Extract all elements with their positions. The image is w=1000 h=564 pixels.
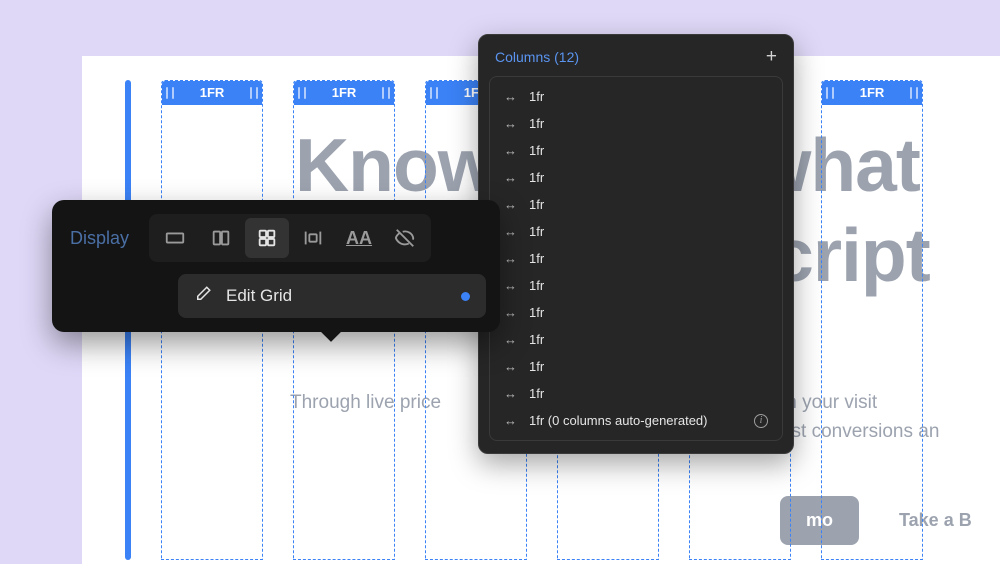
horizontal-arrow-icon: ↔: [504, 197, 517, 212]
column-row-auto[interactable]: ↔ 1fr (0 columns auto-generated) i: [492, 407, 780, 434]
add-column-icon[interactable]: +: [766, 47, 777, 66]
toolbar-label: Display: [66, 228, 129, 249]
layout-flex-icon[interactable]: [199, 218, 243, 258]
column-row[interactable]: ↔ 1fr: [492, 353, 780, 380]
layout-inline-block-icon[interactable]: [291, 218, 335, 258]
horizontal-arrow-icon: ↔: [504, 224, 517, 239]
column-size: 1fr: [529, 386, 544, 401]
column-row[interactable]: ↔ 1fr: [492, 326, 780, 353]
column-size: 1fr: [529, 116, 544, 131]
columns-panel-title: Columns (12): [495, 49, 579, 65]
edit-grid-label: Edit Grid: [226, 286, 292, 306]
horizontal-arrow-icon: ↔: [504, 170, 517, 185]
grid-column-label[interactable]: 1FR: [294, 81, 394, 105]
column-size: 1fr: [529, 170, 544, 185]
layout-inline-icon[interactable]: AA: [337, 218, 381, 258]
column-row[interactable]: ↔ 1fr: [492, 110, 780, 137]
column-row[interactable]: ↔ 1fr: [492, 83, 780, 110]
horizontal-arrow-icon: ↔: [504, 278, 517, 293]
horizontal-arrow-icon: ↔: [504, 386, 517, 401]
column-size: 1fr: [529, 359, 544, 374]
column-size: 1fr: [529, 251, 544, 266]
column-row[interactable]: ↔ 1fr: [492, 191, 780, 218]
grid-column-label[interactable]: 1FR: [822, 81, 922, 105]
horizontal-arrow-icon: ↔: [504, 143, 517, 158]
aa-text: AA: [346, 228, 372, 249]
column-row[interactable]: ↔ 1fr: [492, 380, 780, 407]
horizontal-arrow-icon: ↔: [504, 305, 517, 320]
active-indicator-dot: [461, 292, 470, 301]
columns-panel-header: Columns (12) +: [489, 45, 783, 76]
column-size: 1fr: [529, 89, 544, 104]
column-row[interactable]: ↔ 1fr: [492, 272, 780, 299]
layout-block-icon[interactable]: [153, 218, 197, 258]
column-size: 1fr: [529, 224, 544, 239]
horizontal-arrow-icon: ↔: [504, 116, 517, 131]
columns-panel: Columns (12) + ↔1fr↔1fr↔1fr↔1fr↔1fr↔1fr↔…: [478, 34, 794, 454]
display-toolbar: Display AA Edit Grid: [52, 200, 500, 332]
toolbar-top: Display AA: [66, 214, 486, 262]
horizontal-arrow-icon: ↔: [504, 332, 517, 347]
edit-grid-button[interactable]: Edit Grid: [178, 274, 486, 318]
horizontal-arrow-icon: ↔: [504, 413, 517, 428]
layout-options: AA: [149, 214, 431, 262]
column-auto-text: 1fr (0 columns auto-generated): [529, 413, 707, 428]
horizontal-arrow-icon: ↔: [504, 89, 517, 104]
column-size: 1fr: [529, 197, 544, 212]
column-row[interactable]: ↔ 1fr: [492, 218, 780, 245]
grid-column[interactable]: 1FR: [821, 80, 923, 560]
horizontal-arrow-icon: ↔: [504, 251, 517, 266]
column-size: 1fr: [529, 143, 544, 158]
layout-none-icon[interactable]: [383, 218, 427, 258]
column-row[interactable]: ↔ 1fr: [492, 245, 780, 272]
horizontal-arrow-icon: ↔: [504, 359, 517, 374]
column-size: 1fr: [529, 305, 544, 320]
columns-list: ↔ 1fr ↔ 1fr ↔ 1fr ↔ 1fr ↔ 1fr ↔ 1fr ↔ 1fr ↔ 1fr ↔ 1fr ↔ 1fr…: [489, 76, 783, 441]
pencil-icon: [194, 285, 212, 308]
column-size: 1fr: [529, 278, 544, 293]
grid-column-label[interactable]: 1FR: [162, 81, 262, 105]
column-row[interactable]: ↔ 1fr: [492, 299, 780, 326]
column-size: 1fr: [529, 332, 544, 347]
layout-grid-icon[interactable]: [245, 218, 289, 258]
info-icon[interactable]: i: [754, 414, 768, 428]
column-row[interactable]: ↔ 1fr: [492, 164, 780, 191]
column-row[interactable]: ↔ 1fr: [492, 137, 780, 164]
